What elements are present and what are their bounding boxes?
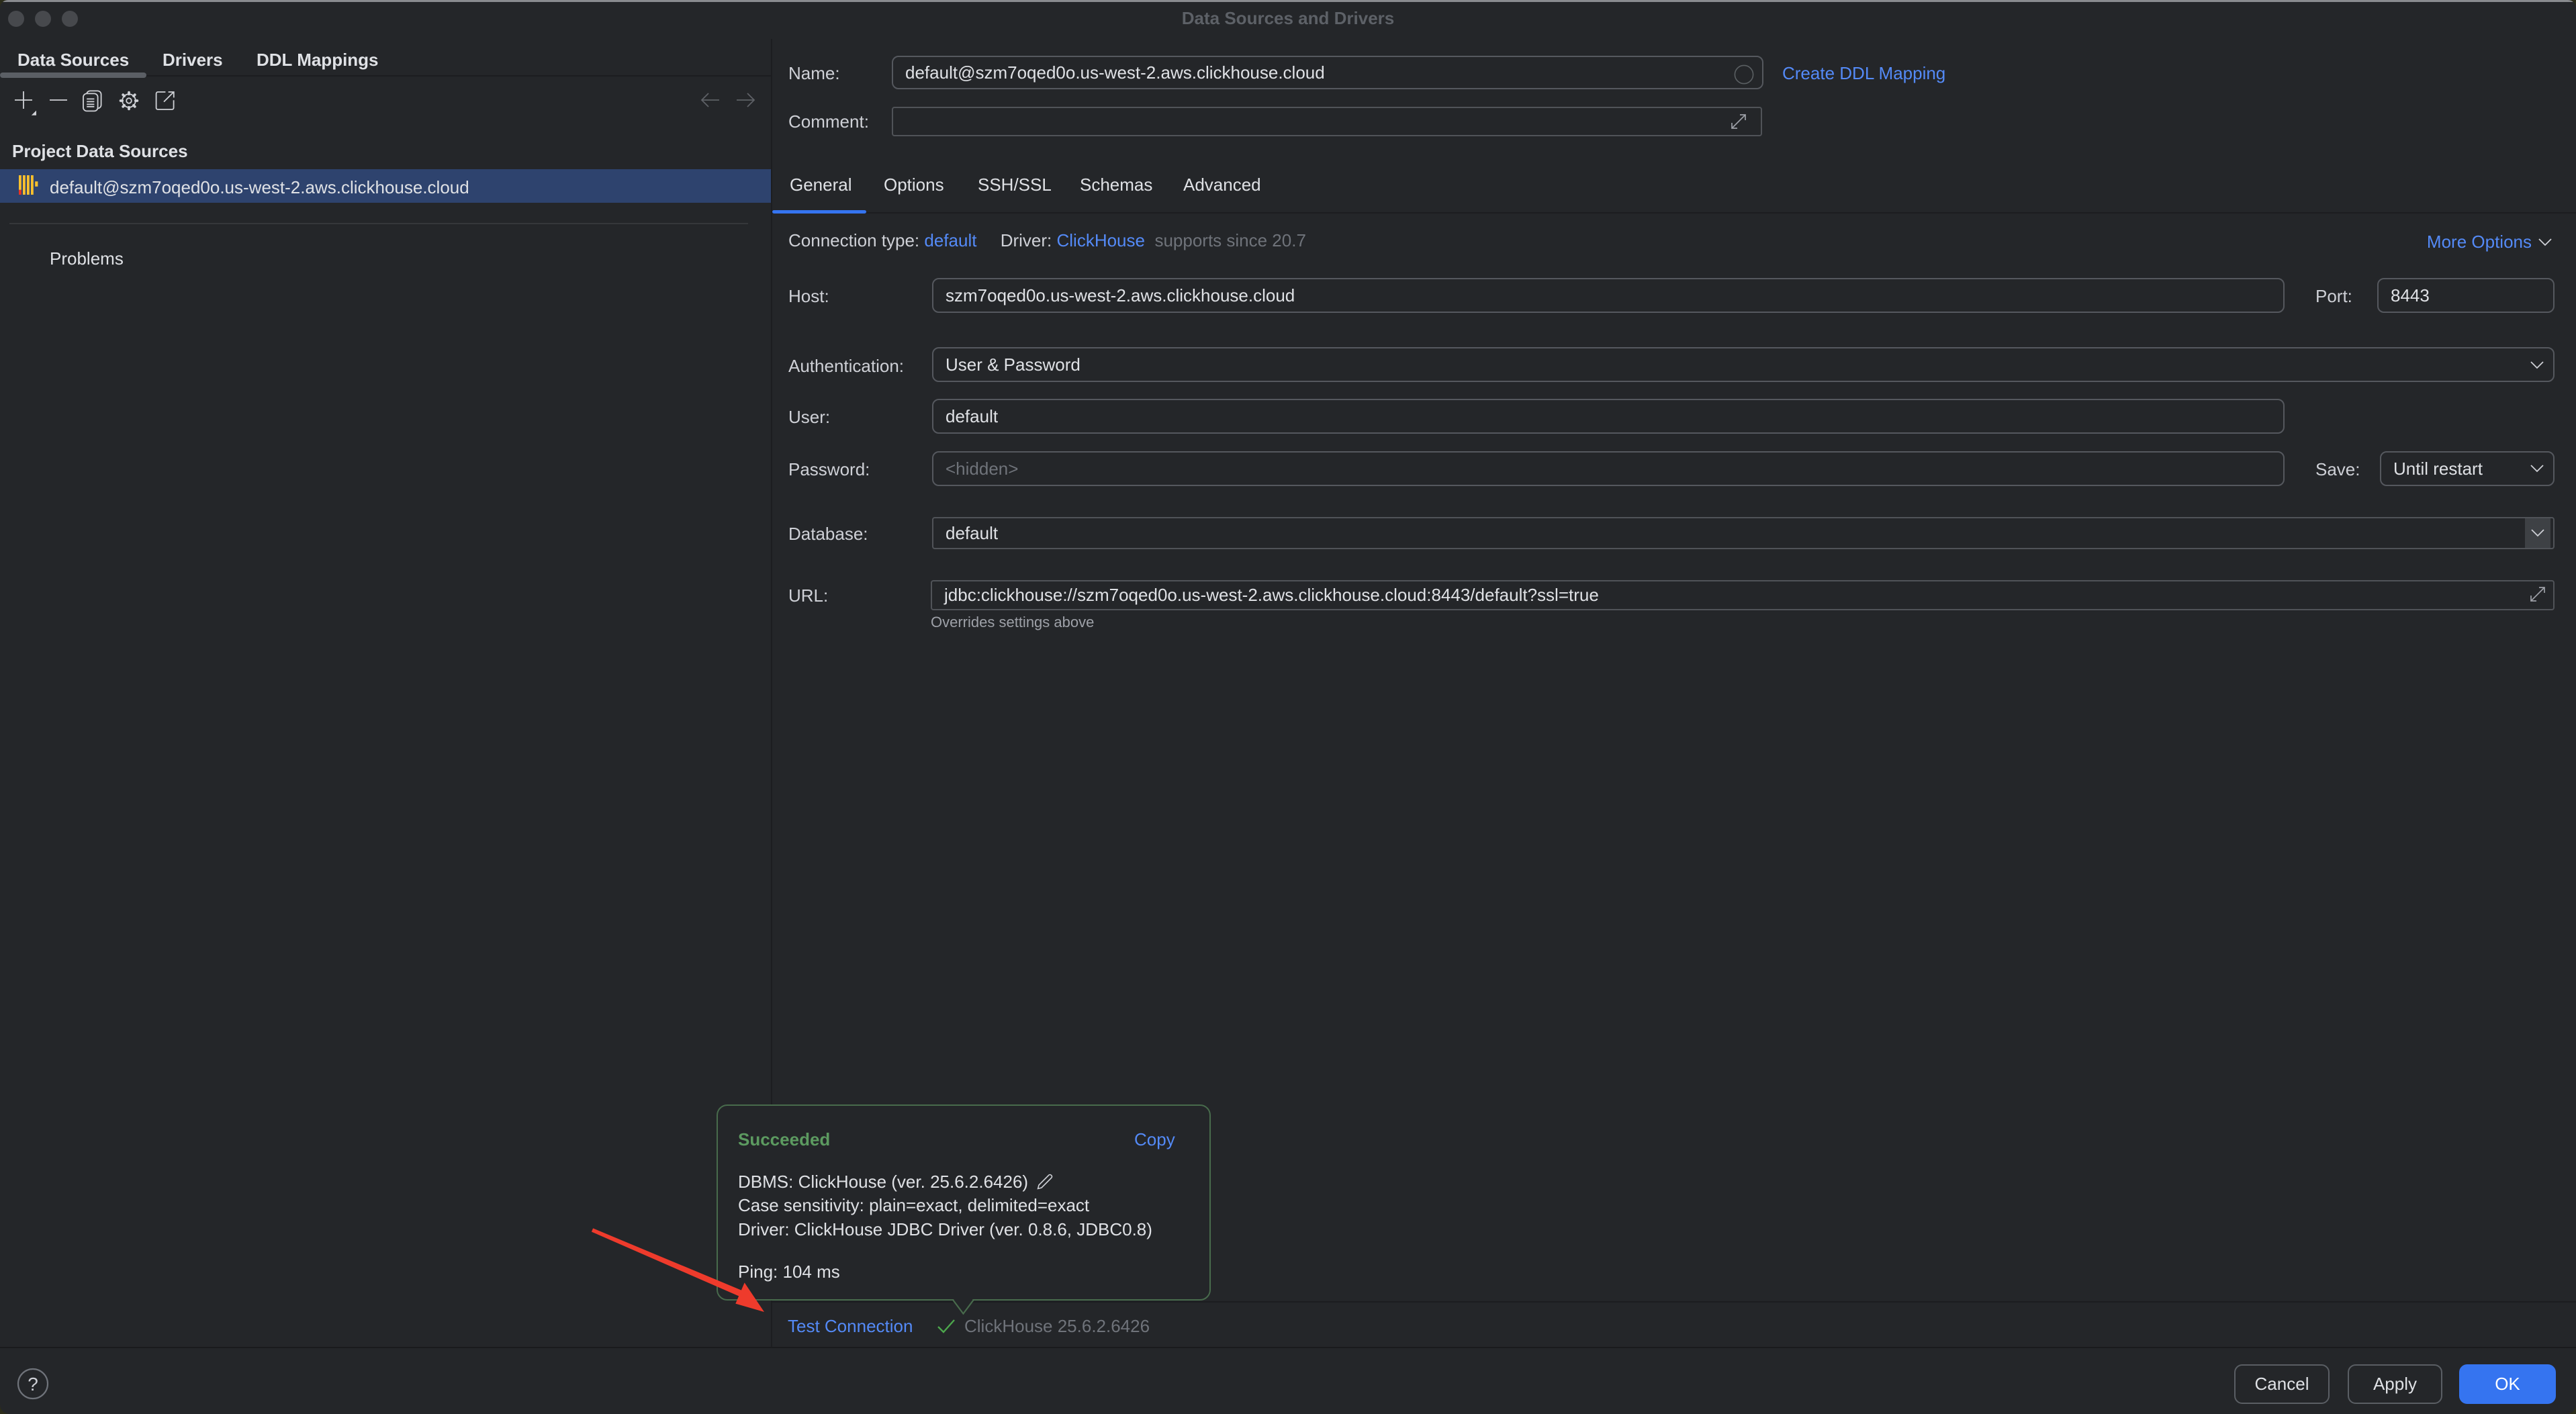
svg-text:?: ?: [28, 1374, 38, 1395]
